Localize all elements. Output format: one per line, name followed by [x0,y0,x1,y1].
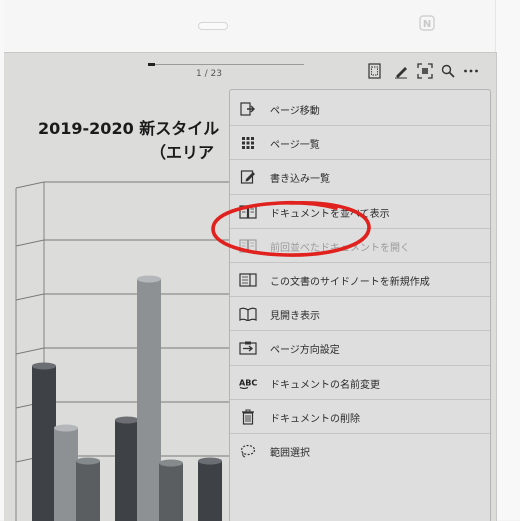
e-ink-screen: 1 / 23 2019-2020 新スタイル （エリア ページ移動 ページ一覧 … [4,52,497,521]
menu-item-label: ページ移動 [270,106,320,117]
menu-item-label: 見開き表示 [270,311,320,323]
document-subtitle: （エリア [150,143,215,162]
menu-item-label: この文書のサイドノートを新規作成 [270,277,430,288]
menu-item[interactable]: 書き込み一覧 [230,160,490,194]
device-speaker-slot [198,22,228,30]
chart-bar [198,461,222,521]
lasso-select-icon [239,442,257,460]
menu-item-label: ページ一覧 [270,140,320,152]
menu-item[interactable]: ドキュメントの削除 [230,400,490,434]
page-list-icon[interactable] [366,62,384,80]
menu-item-label: ドキュメントの名前変更 [270,379,380,391]
spread-view-icon [239,305,257,323]
document-title: 2019-2020 新スタイル [38,119,220,138]
nfc-icon: N [419,15,435,31]
more-options-icon[interactable] [462,62,480,80]
device-right-bezel [495,0,520,520]
rename-abc-icon: ABC [239,374,257,392]
menu-item[interactable]: ページ移動 [230,92,490,126]
menu-item-label: ページ方向設定 [270,345,340,357]
chart-bar [115,420,139,521]
menu-item-label: 範囲選択 [270,448,310,459]
annotation-list-icon [239,168,257,186]
device-top-bezel [0,0,520,52]
menu-item[interactable]: 範囲選択 [230,434,490,468]
menu-item[interactable]: ページ一覧 [230,126,490,160]
chart-bar [137,279,161,521]
side-note-icon [239,271,257,289]
page-orientation-icon [239,339,257,357]
chart-bar [54,428,78,521]
page-indicator: 1 / 23 [196,69,222,79]
trash-icon [239,408,257,426]
document-options-menu: ページ移動 ページ一覧 書き込み一覧 ドキュメントを並べて表示 前回並べたドキュメントを… [229,89,491,521]
pen-icon[interactable] [392,62,410,80]
menu-item-label: 書き込み一覧 [270,174,330,186]
menu-item[interactable]: ページ方向設定 [230,331,490,365]
page-grid-icon [239,134,257,152]
fit-screen-icon[interactable] [416,62,434,80]
chart-bar [32,366,56,521]
page-progress-bar[interactable] [148,63,304,66]
page-progress-fill [148,63,156,66]
search-icon[interactable] [439,62,457,80]
menu-item[interactable]: ABC ドキュメントの名前変更 [230,366,490,400]
chart-bar [159,463,183,521]
menu-item[interactable]: 見開き表示 [230,297,490,331]
nfc-mark-text: N [423,19,431,30]
svg-text:ABC: ABC [239,377,257,387]
highlight-circle [211,200,371,257]
chart-bar [76,461,100,521]
page-jump-icon [239,100,257,118]
menu-item[interactable]: この文書のサイドノートを新規作成 [230,263,490,297]
menu-item-label: ドキュメントの削除 [270,413,360,425]
